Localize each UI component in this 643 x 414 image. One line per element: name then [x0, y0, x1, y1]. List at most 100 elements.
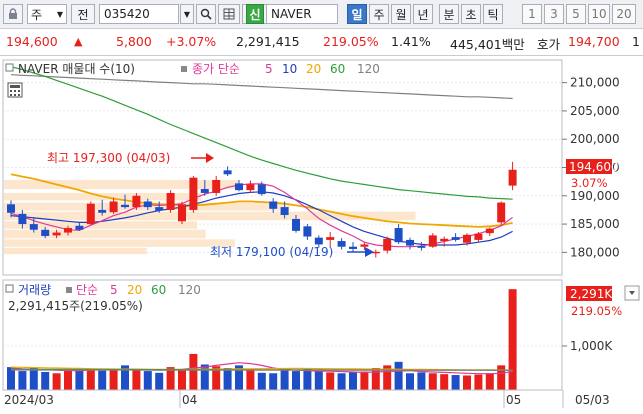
- ma-settings-icon[interactable]: [181, 66, 187, 72]
- candle-body[interactable]: [132, 196, 140, 207]
- panel-collapse-icon[interactable]: [6, 64, 13, 71]
- candle-body[interactable]: [383, 239, 391, 251]
- candle-body[interactable]: [281, 207, 289, 215]
- interval-button-1[interactable]: 1: [522, 4, 542, 24]
- candle-body[interactable]: [303, 226, 311, 236]
- candle-body[interactable]: [110, 201, 118, 212]
- candle-body[interactable]: [18, 214, 26, 224]
- tab-period-second[interactable]: 초: [461, 4, 481, 24]
- candle-body[interactable]: [246, 184, 254, 190]
- candle-body[interactable]: [417, 246, 425, 248]
- volume-bar[interactable]: [360, 372, 368, 390]
- candle-body[interactable]: [269, 201, 277, 208]
- volume-bar[interactable]: [497, 365, 505, 390]
- candle-body[interactable]: [189, 178, 197, 210]
- chevron-down-icon[interactable]: ▼: [180, 4, 194, 24]
- volume-bar[interactable]: [30, 368, 38, 390]
- volume-bar[interactable]: [395, 362, 403, 390]
- volume-bar[interactable]: [64, 369, 72, 390]
- candle-body[interactable]: [292, 219, 300, 231]
- candle-body[interactable]: [440, 239, 448, 241]
- candle-body[interactable]: [121, 205, 129, 207]
- tab-period-year[interactable]: 년: [413, 4, 433, 24]
- volume-bar[interactable]: [132, 369, 140, 390]
- volume-bar[interactable]: [41, 372, 49, 390]
- volume-bar[interactable]: [258, 373, 266, 390]
- jeon-button[interactable]: 전: [71, 4, 95, 24]
- volume-bar[interactable]: [429, 373, 437, 390]
- volume-bar[interactable]: [178, 370, 186, 390]
- candle-body[interactable]: [64, 228, 72, 233]
- candle-body[interactable]: [349, 247, 357, 249]
- candle-body[interactable]: [258, 184, 266, 194]
- candle-body[interactable]: [155, 207, 163, 210]
- volume-bar[interactable]: [87, 370, 95, 390]
- volume-bar[interactable]: [18, 371, 26, 390]
- volume-bar[interactable]: [224, 368, 232, 390]
- tab-period-minute[interactable]: 분: [439, 4, 459, 24]
- grid-icon[interactable]: [218, 4, 240, 24]
- candle-body[interactable]: [463, 235, 471, 243]
- volume-bar[interactable]: [440, 374, 448, 390]
- candle-body[interactable]: [497, 203, 505, 223]
- calculator-icon[interactable]: [8, 83, 22, 97]
- candle-body[interactable]: [53, 233, 61, 236]
- candle-body[interactable]: [315, 238, 323, 245]
- volume-bar[interactable]: [269, 373, 277, 390]
- volume-bar[interactable]: [486, 373, 494, 390]
- volume-bar[interactable]: [315, 372, 323, 390]
- candle-body[interactable]: [474, 234, 482, 240]
- volume-bar[interactable]: [417, 372, 425, 390]
- volume-tag-settings-icon[interactable]: [625, 286, 639, 300]
- candle-body[interactable]: [326, 237, 334, 240]
- candle-body[interactable]: [30, 224, 38, 230]
- candle-body[interactable]: [98, 210, 106, 213]
- volume-bar[interactable]: [463, 375, 471, 390]
- volume-bar[interactable]: [292, 371, 300, 390]
- candle-body[interactable]: [178, 204, 186, 221]
- volume-bar[interactable]: [246, 369, 254, 390]
- volume-bar[interactable]: [189, 354, 197, 390]
- candle-body[interactable]: [360, 244, 368, 246]
- tab-period-month[interactable]: 월: [391, 4, 411, 24]
- candle-body[interactable]: [7, 204, 15, 212]
- candle-body[interactable]: [144, 201, 152, 207]
- interval-button-20[interactable]: 20: [612, 4, 636, 24]
- volume-panel-collapse-icon[interactable]: [6, 285, 13, 292]
- volume-bar[interactable]: [144, 371, 152, 390]
- volume-bar[interactable]: [406, 373, 414, 390]
- volume-bar[interactable]: [110, 370, 118, 390]
- candle-body[interactable]: [235, 183, 243, 190]
- candle-body[interactable]: [509, 170, 517, 186]
- candle-body[interactable]: [167, 193, 175, 210]
- volume-bar[interactable]: [75, 369, 83, 390]
- stock-name-field[interactable]: NAVER: [266, 4, 338, 24]
- candle-body[interactable]: [429, 235, 437, 246]
- candle-body[interactable]: [395, 228, 403, 242]
- candle-body[interactable]: [452, 237, 460, 240]
- stock-chart[interactable]: 210,000205,000200,000195,000190,000185,0…: [0, 56, 643, 411]
- lock-icon[interactable]: [3, 4, 23, 24]
- candle-body[interactable]: [406, 240, 414, 246]
- candle-body[interactable]: [486, 229, 494, 234]
- volume-bar[interactable]: [53, 373, 61, 390]
- volume-bar[interactable]: [509, 289, 517, 390]
- volume-bar[interactable]: [349, 372, 357, 390]
- tab-period-day[interactable]: 일: [347, 4, 367, 24]
- chart-area[interactable]: 210,000205,000200,000195,000190,000185,0…: [0, 56, 643, 411]
- interval-button-10[interactable]: 10: [588, 4, 610, 24]
- volume-bar[interactable]: [98, 371, 106, 390]
- candle-body[interactable]: [224, 170, 232, 174]
- volume-ma-settings-icon[interactable]: [66, 287, 72, 293]
- candle-body[interactable]: [41, 230, 49, 236]
- tab-period-week[interactable]: 주: [369, 4, 389, 24]
- interval-button-3[interactable]: 3: [544, 4, 564, 24]
- period-dropdown[interactable]: 주 ▼: [27, 4, 67, 24]
- candle-body[interactable]: [212, 180, 220, 193]
- candle-body[interactable]: [338, 241, 346, 247]
- volume-bar[interactable]: [452, 375, 460, 390]
- volume-bar[interactable]: [155, 373, 163, 390]
- search-icon[interactable]: [196, 4, 216, 24]
- candle-body[interactable]: [75, 226, 83, 230]
- volume-bar[interactable]: [326, 372, 334, 390]
